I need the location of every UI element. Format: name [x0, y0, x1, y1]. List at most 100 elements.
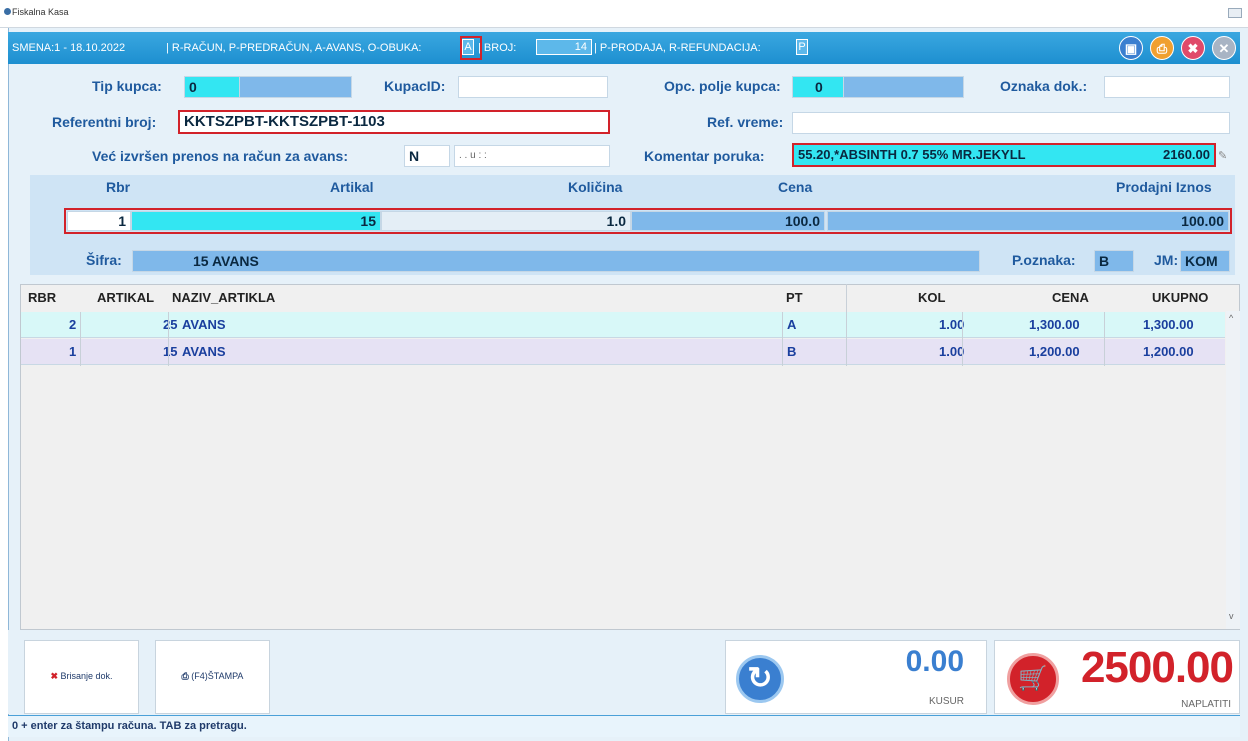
edit-icon[interactable]: ✎ — [1218, 149, 1227, 162]
oznaka-dok-input[interactable] — [1104, 76, 1230, 98]
datetime-input[interactable]: . . u : : — [454, 145, 610, 167]
poznaka-label: P.oznaka: — [1012, 252, 1076, 268]
cell-artikal: 25 — [163, 317, 178, 332]
broj-label: | BROJ: — [478, 42, 517, 54]
entry-rbr-input[interactable]: 1 — [67, 211, 131, 231]
poznaka-value: B — [1094, 250, 1134, 272]
shift-info: SMENA:1 - 18.10.2022 — [12, 42, 126, 54]
komentar-amount: 2160.00 — [1163, 147, 1210, 162]
broj-value[interactable]: 14 — [536, 39, 592, 55]
doc-type-highlight — [460, 36, 482, 60]
ref-broj-input[interactable]: KKTSZPBT-KKTSZPBT-1103 — [178, 110, 610, 134]
entry-cena-input[interactable]: 100.0 — [631, 211, 825, 231]
ref-vreme-label: Ref. vreme: — [707, 114, 784, 130]
sale-types-text: | P-PRODAJA, R-REFUNDACIJA: — [594, 42, 761, 54]
save-icon[interactable]: ▣ — [1119, 36, 1143, 60]
window-titlebar: Fiskalna Kasa — [0, 0, 1248, 28]
brisanje-label: Brisanje dok. — [60, 671, 113, 681]
komentar-text: 55.20,*ABSINTH 0.7 55% MR.JEKYLL — [798, 147, 1026, 162]
col-divider — [782, 312, 783, 366]
ref-vreme-input[interactable] — [792, 112, 1230, 134]
cell-ukupno: 1,300.00 — [1143, 317, 1194, 332]
print-icon[interactable]: ⎙ — [1150, 36, 1174, 60]
stampa-label: (F4)ŠTAMPA — [191, 671, 244, 681]
window-title: Fiskalna Kasa — [12, 7, 69, 17]
col-kol[interactable]: KOL — [918, 290, 945, 305]
table-row[interactable]: 1 15 AVANS B 1.00 1,200.00 1,200.00 — [21, 339, 1225, 365]
cell-artikal: 15 — [163, 344, 178, 359]
cell-kol: 1.00 — [939, 317, 965, 332]
kusur-panel: ↻ 0.00 KUSUR — [725, 640, 987, 714]
ref-broj-label: Referentni broj: — [52, 114, 157, 130]
tip-kupca-input[interactable]: 0 — [184, 76, 240, 98]
entry-artikal-input[interactable]: 15 — [131, 211, 381, 231]
entry-header-kolicina: Količina — [568, 179, 623, 195]
cart-icon[interactable]: 🛒 — [1007, 653, 1059, 705]
cell-pt: B — [787, 344, 797, 359]
scroll-down-icon[interactable]: v — [1229, 611, 1234, 621]
cell-rbr: 1 — [69, 344, 77, 359]
naplatiti-label: NAPLATITI — [1181, 699, 1231, 710]
app-icon — [4, 8, 11, 15]
oznaka-dok-label: Oznaka dok.: — [1000, 78, 1088, 94]
close-icon: ✖ — [50, 671, 58, 681]
entry-header-rbr: Rbr — [106, 179, 131, 195]
col-cena[interactable]: CENA — [1052, 290, 1089, 305]
opc-polje-desc — [844, 76, 964, 98]
shift-bar: SMENA:1 - 18.10.2022 | R-RAČUN, P-PREDRA… — [8, 32, 1240, 64]
kupacid-label: KupacID: — [384, 78, 446, 94]
entry-header-artikal: Artikal — [330, 179, 374, 195]
col-pt[interactable]: PT — [786, 290, 803, 305]
stampa-button[interactable]: ⎙ (F4)ŠTAMPA — [155, 640, 270, 714]
close-icon[interactable]: ✕ — [1212, 36, 1236, 60]
cell-cena: 1,200.00 — [1029, 344, 1080, 359]
status-bar: 0 + enter za štampu računa. TAB za pretr… — [8, 715, 1240, 737]
doc-types-text: | R-RAČUN, P-PREDRAČUN, A-AVANS, O-OBUKA… — [166, 42, 422, 54]
cell-rbr: 2 — [69, 317, 77, 332]
col-rbr[interactable]: RBR — [28, 290, 56, 305]
opc-polje-input[interactable]: 0 — [792, 76, 844, 98]
komentar-input[interactable]: 55.20,*ABSINTH 0.7 55% MR.JEKYLL 2160.00 — [792, 143, 1216, 167]
restore-icon[interactable] — [1228, 8, 1242, 18]
entry-header-cena: Cena — [778, 179, 813, 195]
jm-value: KOM — [1180, 250, 1230, 272]
kusur-label: KUSUR — [928, 696, 964, 707]
kupacid-input[interactable] — [458, 76, 608, 98]
entry-prodajni-input: 100.00 — [827, 211, 1229, 231]
refresh-icon[interactable]: ↻ — [736, 655, 784, 703]
kusur-value: 0.00 — [905, 645, 964, 678]
cell-ukupno: 1,200.00 — [1143, 344, 1194, 359]
table-scrollbar[interactable]: ^ v — [1226, 311, 1240, 629]
col-divider — [1104, 312, 1105, 366]
vec-izvrsen-input[interactable]: N — [404, 145, 450, 167]
tip-kupca-label: Tip kupca: — [92, 78, 162, 94]
cell-naziv: AVANS — [182, 344, 226, 359]
sale-type-value[interactable]: P — [796, 39, 808, 55]
cell-kol: 1.00 — [939, 344, 965, 359]
entry-kolicina-input[interactable]: 1.0 — [381, 211, 631, 231]
tip-kupca-desc — [240, 76, 352, 98]
scroll-up-icon[interactable]: ^ — [1229, 313, 1233, 323]
brisanje-button[interactable]: ✖ Brisanje dok. — [24, 640, 139, 714]
cell-pt: A — [787, 317, 797, 332]
naplatiti-panel: 🛒 2500.00 NAPLATITI — [994, 640, 1240, 714]
sifra-label: Šifra: — [86, 252, 122, 268]
col-divider — [80, 312, 81, 366]
table-row[interactable]: 2 25 AVANS A 1.00 1,300.00 1,300.00 — [21, 312, 1225, 338]
trash-icon[interactable]: ✖ — [1181, 36, 1205, 60]
entry-header-prodajni: Prodajni Iznos — [1116, 179, 1212, 195]
cell-cena: 1,300.00 — [1029, 317, 1080, 332]
col-naziv[interactable]: NAZIV_ARTIKLA — [172, 290, 275, 305]
naplatiti-value: 2500.00 — [1080, 643, 1234, 692]
opc-polje-label: Opc. polje kupca: — [664, 78, 781, 94]
col-artikal[interactable]: ARTIKAL — [97, 290, 154, 305]
col-divider — [846, 284, 847, 366]
cell-naziv: AVANS — [182, 317, 226, 332]
print-icon: ⎙ — [181, 671, 189, 681]
col-divider — [962, 312, 963, 366]
sifra-value: 15 AVANS — [132, 250, 980, 272]
col-divider — [168, 312, 169, 366]
col-ukupno[interactable]: UKUPNO — [1152, 290, 1208, 305]
komentar-label: Komentar poruka: — [644, 148, 765, 164]
jm-label: JM: — [1154, 252, 1179, 268]
